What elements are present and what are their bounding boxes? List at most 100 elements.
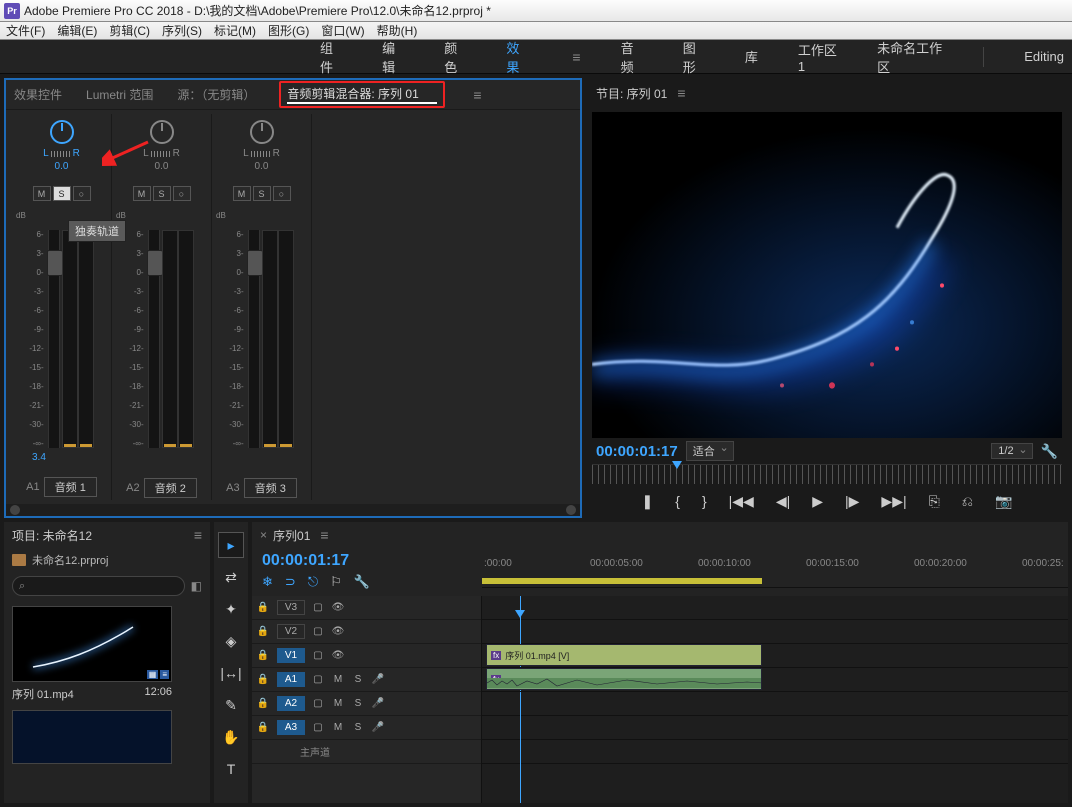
- menu-graphics[interactable]: 图形(G): [268, 22, 309, 39]
- pan-value[interactable]: 0.0: [55, 161, 69, 172]
- timeline-timecode[interactable]: 00:00:01:17: [252, 548, 482, 574]
- track-header-v2[interactable]: 🔒V2▢👁: [252, 620, 481, 644]
- ws-audio[interactable]: 音频: [621, 38, 643, 76]
- track-header-master[interactable]: 主声道: [252, 740, 481, 764]
- tool-pen[interactable]: ✎: [218, 692, 244, 718]
- project-clip-1[interactable]: ▦≡ 序列 01.mp412:06: [12, 606, 172, 706]
- tool-track-select[interactable]: ⇄: [218, 564, 244, 590]
- tab-source[interactable]: 源：（无剪辑）: [177, 86, 255, 103]
- program-settings-icon[interactable]: 🔧: [1041, 443, 1058, 460]
- pan-value[interactable]: 0.0: [255, 161, 269, 172]
- track-header-a1[interactable]: 🔒A1▢MS🎤: [252, 668, 481, 692]
- track-header-a3[interactable]: 🔒A3▢MS🎤: [252, 716, 481, 740]
- project-menu-icon[interactable]: ≡: [194, 527, 202, 543]
- tool-hand[interactable]: ✋: [218, 724, 244, 750]
- menu-window[interactable]: 窗口(W): [321, 22, 364, 39]
- pan-knob[interactable]: [50, 120, 74, 144]
- track-header-a2[interactable]: 🔒A2▢MS🎤: [252, 692, 481, 716]
- project-clip-2[interactable]: [12, 710, 172, 764]
- tool-ripple[interactable]: ✦: [218, 596, 244, 622]
- btn-marker[interactable]: ❚: [642, 493, 654, 510]
- mixer-scrollbar[interactable]: [6, 504, 580, 516]
- solo-button[interactable]: S: [53, 186, 71, 201]
- voiceover-button[interactable]: ○: [273, 186, 291, 201]
- pan-value[interactable]: 0.0: [155, 161, 169, 172]
- channel-name[interactable]: 音频 2: [144, 478, 197, 498]
- tab-audio-clip-mixer[interactable]: 音频剪辑混合器: 序列 01: [279, 81, 445, 108]
- pan-knob[interactable]: [250, 120, 274, 144]
- timeline-sequence-name[interactable]: 序列01: [273, 527, 310, 544]
- timeline-ruler[interactable]: :00:00 00:00:05:00 00:00:10:00 00:00:15:…: [482, 556, 1068, 588]
- fader-handle[interactable]: [147, 250, 163, 276]
- ws-effects[interactable]: 效果: [506, 38, 528, 76]
- voiceover-button[interactable]: ○: [73, 186, 91, 201]
- btn-extract[interactable]: ⎌: [962, 493, 973, 510]
- btn-step-fwd[interactable]: |▶: [845, 493, 859, 510]
- program-playhead[interactable]: [672, 461, 682, 469]
- btn-export-frame[interactable]: 📷: [995, 493, 1012, 510]
- menu-sequence[interactable]: 序列(S): [162, 22, 202, 39]
- tool-razor[interactable]: ◈: [218, 628, 244, 654]
- ws-color[interactable]: 颜色: [444, 38, 466, 76]
- menu-clip[interactable]: 剪辑(C): [109, 22, 150, 39]
- solo-button[interactable]: S: [153, 186, 171, 201]
- project-search-input[interactable]: ⌕: [12, 576, 185, 596]
- btn-set-out[interactable]: }: [702, 493, 707, 509]
- program-zoom-select[interactable]: 1/2: [991, 443, 1032, 459]
- fader[interactable]: [148, 230, 160, 448]
- track-header-v3[interactable]: 🔒V3▢👁: [252, 596, 481, 620]
- ws-editing-en[interactable]: Editing: [1024, 49, 1064, 64]
- tool-slip[interactable]: |↔|: [218, 660, 244, 686]
- tab-effect-controls[interactable]: 效果控件: [14, 86, 62, 103]
- program-timecode[interactable]: 00:00:01:17: [596, 443, 678, 460]
- project-filter-icon[interactable]: ◧: [191, 579, 202, 593]
- fader[interactable]: [48, 230, 60, 448]
- tl-marker-icon[interactable]: ⚐: [330, 574, 342, 590]
- timeline-clip-a1[interactable]: fx: [486, 668, 762, 690]
- timeline-playhead[interactable]: [520, 596, 521, 803]
- btn-play[interactable]: ▶: [812, 493, 823, 510]
- fader-handle[interactable]: [47, 250, 63, 276]
- timeline-menu-icon[interactable]: ≡: [320, 527, 328, 543]
- tl-snap-icon[interactable]: ❄: [262, 574, 273, 590]
- menu-edit[interactable]: 编辑(E): [57, 22, 97, 39]
- timeline-clip-v1[interactable]: fx序列 01.mp4 [V]: [486, 644, 762, 666]
- project-bin-row[interactable]: 未命名12.prproj: [4, 548, 210, 572]
- tab-lumetri-scopes[interactable]: Lumetri 范围: [86, 86, 153, 103]
- tl-magnet-icon[interactable]: ⊃: [285, 574, 296, 590]
- tl-link-icon[interactable]: ⎋: [308, 574, 318, 590]
- mute-button[interactable]: M: [33, 186, 51, 201]
- btn-lift[interactable]: ⎘: [929, 493, 940, 510]
- program-menu-icon[interactable]: ≡: [677, 85, 685, 101]
- menu-help[interactable]: 帮助(H): [377, 22, 418, 39]
- timeline-tracks-area[interactable]: fx序列 01.mp4 [V] fx: [482, 596, 1068, 803]
- ws-area1[interactable]: 工作区1: [798, 40, 837, 74]
- menu-file[interactable]: 文件(F): [6, 22, 45, 39]
- ws-editing[interactable]: 编辑: [382, 38, 404, 76]
- btn-set-in[interactable]: {: [675, 493, 680, 509]
- mixer-panel-menu-icon[interactable]: ≡: [473, 87, 481, 103]
- program-viewer[interactable]: [592, 112, 1062, 438]
- pan-knob[interactable]: [150, 120, 174, 144]
- voiceover-button[interactable]: ○: [173, 186, 191, 201]
- ws-graphics[interactable]: 图形: [683, 38, 705, 76]
- tool-type[interactable]: T: [218, 756, 244, 782]
- tl-settings-icon[interactable]: 🔧: [354, 574, 370, 590]
- menu-markers[interactable]: 标记(M): [214, 22, 256, 39]
- fader-handle[interactable]: [247, 250, 263, 276]
- btn-step-back[interactable]: ◀|: [776, 493, 790, 510]
- tool-selection[interactable]: ▸: [218, 532, 244, 558]
- btn-go-out[interactable]: ▶▶|: [881, 493, 906, 510]
- ws-effects-menu-icon[interactable]: ≡: [572, 49, 580, 65]
- mute-button[interactable]: M: [133, 186, 151, 201]
- program-ruler[interactable]: [592, 464, 1062, 484]
- channel-name[interactable]: 音频 1: [44, 477, 97, 497]
- program-fit-select[interactable]: 适合: [686, 441, 734, 461]
- ws-libraries[interactable]: 库: [745, 47, 758, 66]
- btn-go-in[interactable]: |◀◀: [729, 493, 754, 510]
- solo-button[interactable]: S: [253, 186, 271, 201]
- ws-assembly[interactable]: 组件: [320, 38, 342, 76]
- fader[interactable]: [248, 230, 260, 448]
- channel-name[interactable]: 音频 3: [244, 478, 297, 498]
- ws-unnamed[interactable]: 未命名工作区: [877, 38, 943, 76]
